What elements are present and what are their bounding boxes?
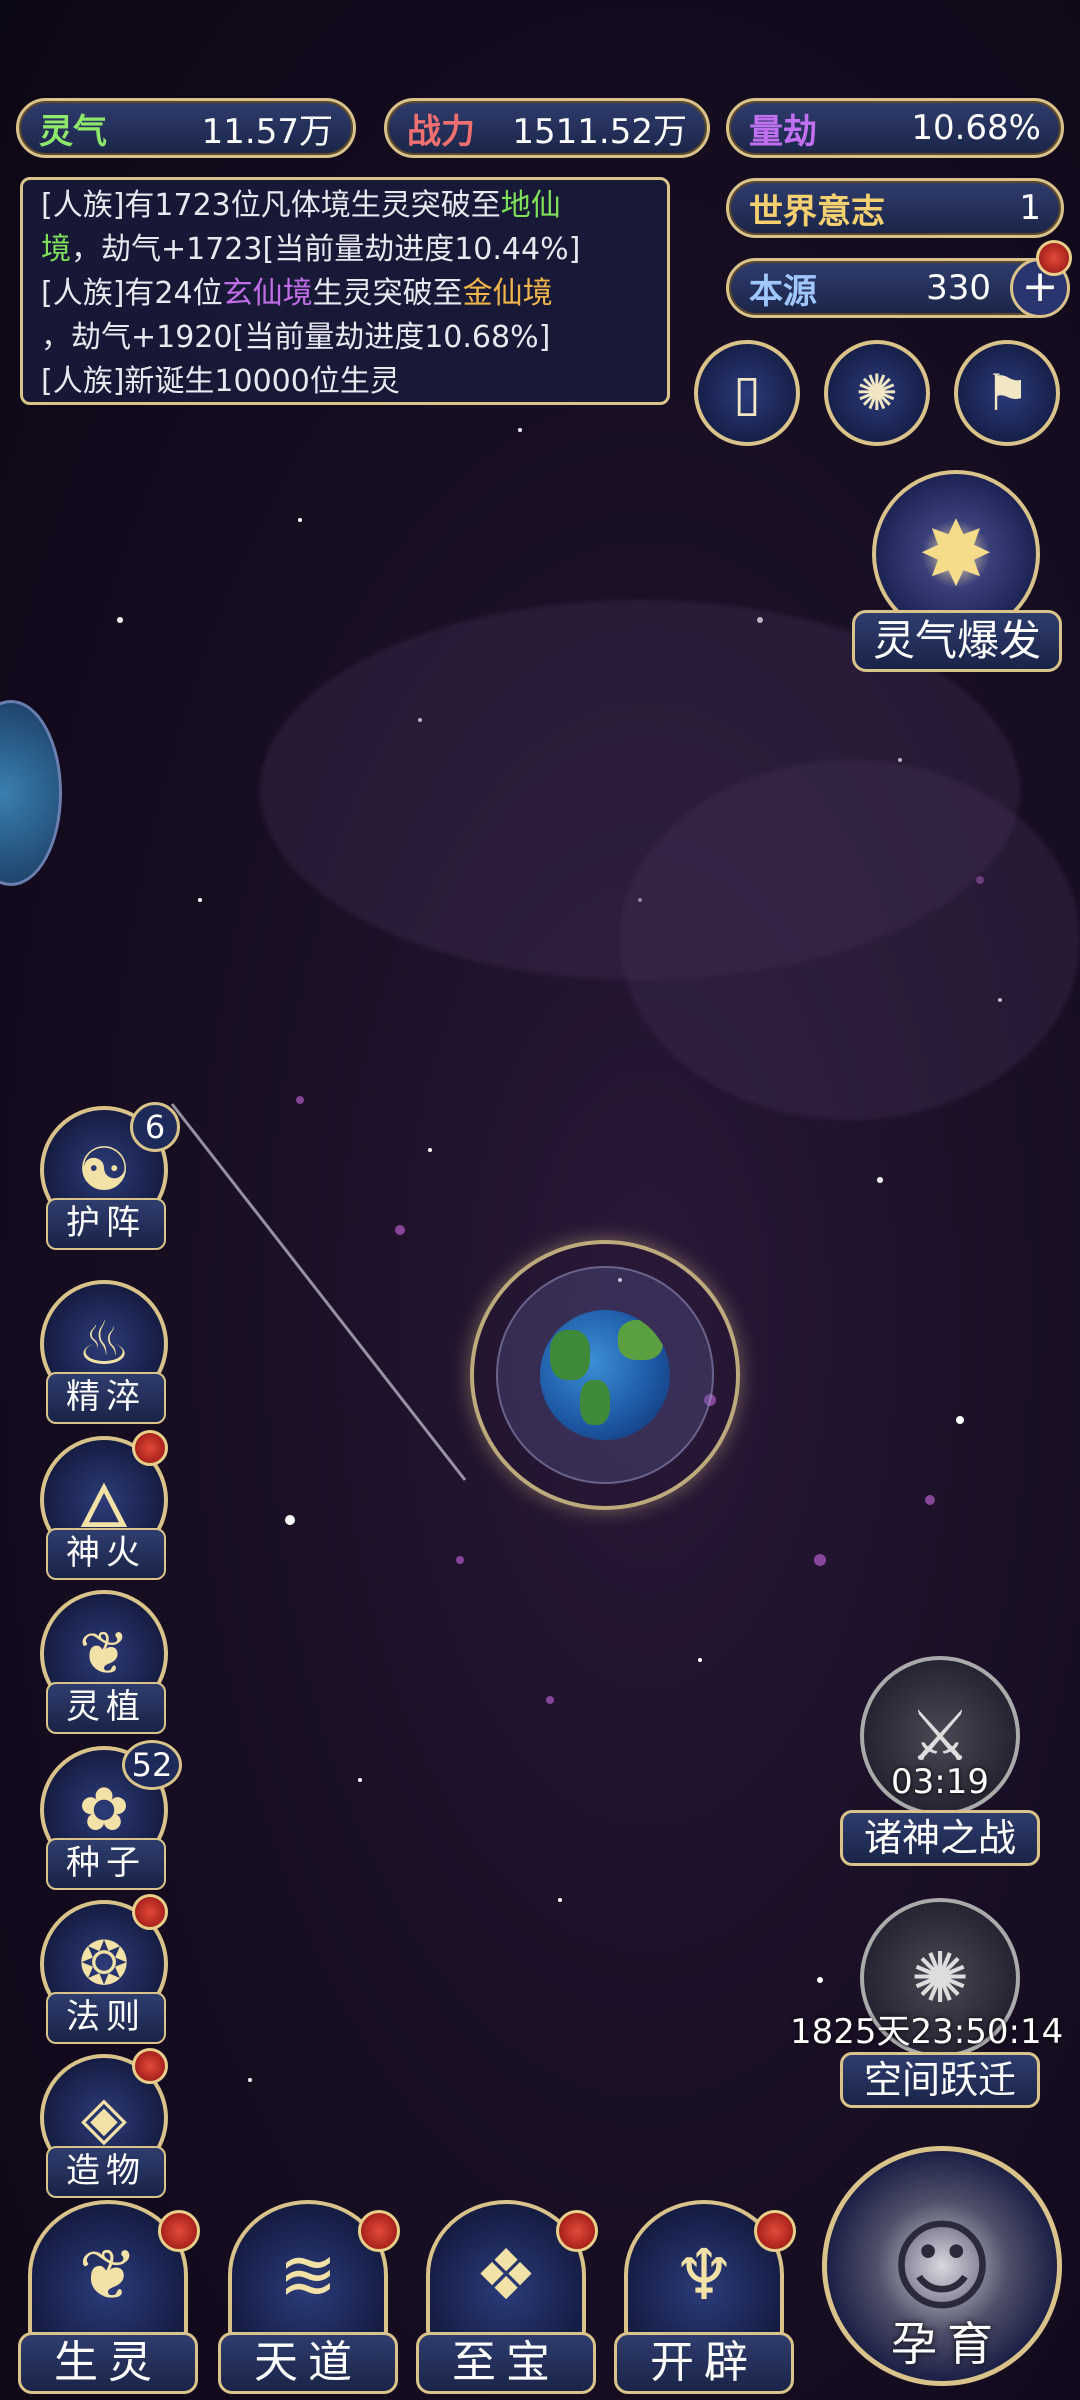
notification-dot <box>358 2210 400 2252</box>
log-text: ，劫气+1920[当前量劫进度10.68%] <box>41 320 551 355</box>
log-highlight: 金仙境 <box>462 276 553 311</box>
side-planet[interactable] <box>0 700 62 886</box>
notification-dot <box>132 1894 168 1930</box>
side-item-lingzhi[interactable]: ❦ 灵植 <box>40 1590 168 1734</box>
log-highlight: 地仙 <box>500 188 561 223</box>
continent <box>580 1380 610 1425</box>
log-entry: [人族]有1723位凡体境生灵突破至地仙境，劫气+1723[当前量劫进度10.4… <box>41 184 649 272</box>
earth-globe <box>540 1310 670 1440</box>
leap-timer: 1825天23:50:14 <box>790 2012 1064 2052</box>
lingqi-value: 11.57万 <box>201 111 333 152</box>
log-entry: [人族]新诞生10000位生灵 <box>41 360 649 404</box>
benyuan-label: 本源 <box>749 271 817 312</box>
log-text: 生灵突破至 <box>312 276 463 311</box>
side-item-shenhuo[interactable]: 🜂 神火 <box>40 1430 168 1580</box>
side-item-label: 护阵 <box>46 1198 166 1250</box>
nav-kaipi[interactable]: ♆ 开辟 <box>614 2200 796 2400</box>
zhanli-label: 战力 <box>407 111 475 152</box>
flag-button[interactable]: ⚑ <box>954 340 1060 446</box>
notification-dot <box>556 2210 598 2252</box>
notification-dot <box>132 2048 168 2084</box>
card-button[interactable]: ▯ <box>694 340 800 446</box>
side-item-label: 造物 <box>46 2146 166 2198</box>
notification-dot <box>158 2210 200 2252</box>
shijie-yizhi-value: 1 <box>1019 188 1041 228</box>
nav-shengling[interactable]: ❦ 生灵 <box>18 2200 200 2400</box>
liangjie-value: 10.68% <box>911 108 1041 148</box>
lingqi-label: 灵气 <box>39 111 107 152</box>
side-item-label: 灵植 <box>46 1682 166 1734</box>
notification-dot <box>1036 240 1072 276</box>
benyuan-value: 330 <box>926 268 991 308</box>
log-text: [人族]新诞生10000位生灵 <box>41 364 400 399</box>
side-item-label: 法则 <box>46 1992 166 2044</box>
nav-label: 天道 <box>218 2332 398 2394</box>
log-text: [人族]有1723位凡体境生灵突破至 <box>41 188 501 223</box>
notification-dot <box>754 2210 796 2252</box>
count-badge: 52 <box>122 1740 182 1790</box>
log-highlight: 境 <box>41 232 71 267</box>
war-timer: 03:19 <box>891 1762 989 1802</box>
shijie-yizhi-label: 世界意志 <box>749 191 885 232</box>
side-item-zaowu[interactable]: ◈ 造物 <box>40 2048 168 2198</box>
event-log[interactable]: [人族]有1723位凡体境生灵突破至地仙境，劫气+1723[当前量劫进度10.4… <box>20 177 670 405</box>
log-text: ，劫气+1723[当前量劫进度10.44%] <box>71 232 581 267</box>
lingqi-burst-button[interactable]: ✸ 灵气爆发 <box>852 470 1062 680</box>
shijie-yizhi-stat[interactable]: 世界意志 1 <box>726 178 1064 238</box>
card-icon: ▯ <box>733 364 761 422</box>
war-label: 诸神之战 <box>840 1810 1040 1866</box>
log-entry: [人族]有24位玄仙境生灵突破至金仙境 ，劫气+1920[当前量劫进度10.68%… <box>41 272 649 360</box>
vortex-button[interactable]: ✺ <box>824 340 930 446</box>
liangjie-label: 量劫 <box>749 111 817 152</box>
notification-dot <box>132 1430 168 1466</box>
nav-label: 孕育 <box>891 2317 1003 2371</box>
side-item-faze[interactable]: ❂ 法则 <box>40 1894 168 2044</box>
side-item-jingcui[interactable]: ♨ 精淬 <box>40 1280 168 1424</box>
war-of-gods-button[interactable]: ⚔ 03:19 诸神之战 <box>840 1656 1040 1866</box>
world-planet[interactable] <box>470 1240 740 1510</box>
continent <box>618 1320 663 1360</box>
nav-label: 至宝 <box>416 2332 596 2394</box>
burst-label: 灵气爆发 <box>852 610 1062 672</box>
vortex-icon: ✺ <box>856 364 898 422</box>
nav-label: 开辟 <box>614 2332 794 2394</box>
nav-zhibao[interactable]: ❖ 至宝 <box>416 2200 598 2400</box>
liangjie-stat[interactable]: 量劫 10.68% <box>726 98 1064 158</box>
space-leap-button[interactable]: ✺ 空间跃迁 <box>840 1898 1040 2108</box>
flag-icon: ⚑ <box>984 364 1030 422</box>
side-item-label: 种子 <box>46 1838 166 1890</box>
side-item-huzhen[interactable]: ☯ 护阵 6 <box>40 1102 180 1250</box>
count-badge: 6 <box>130 1102 180 1152</box>
nav-tiandao[interactable]: ≋ 天道 <box>218 2200 400 2400</box>
leap-label: 空间跃迁 <box>840 2052 1040 2108</box>
log-text: [人族]有24位 <box>41 276 223 311</box>
zhanli-value: 1511.52万 <box>512 111 687 152</box>
background-cloud <box>620 760 1080 1120</box>
nav-yunyu[interactable]: ☺ 孕育 <box>812 2136 1072 2396</box>
zhanli-stat: 战力 1511.52万 <box>384 98 710 158</box>
lingqi-stat: 灵气 11.57万 <box>16 98 356 158</box>
side-item-label: 精淬 <box>46 1372 166 1424</box>
side-item-zhongzi[interactable]: ✿ 种子 52 <box>40 1740 182 1890</box>
log-highlight: 玄仙境 <box>222 276 313 311</box>
side-item-label: 神火 <box>46 1528 166 1580</box>
nav-label: 生灵 <box>18 2332 198 2394</box>
continent <box>550 1330 590 1380</box>
